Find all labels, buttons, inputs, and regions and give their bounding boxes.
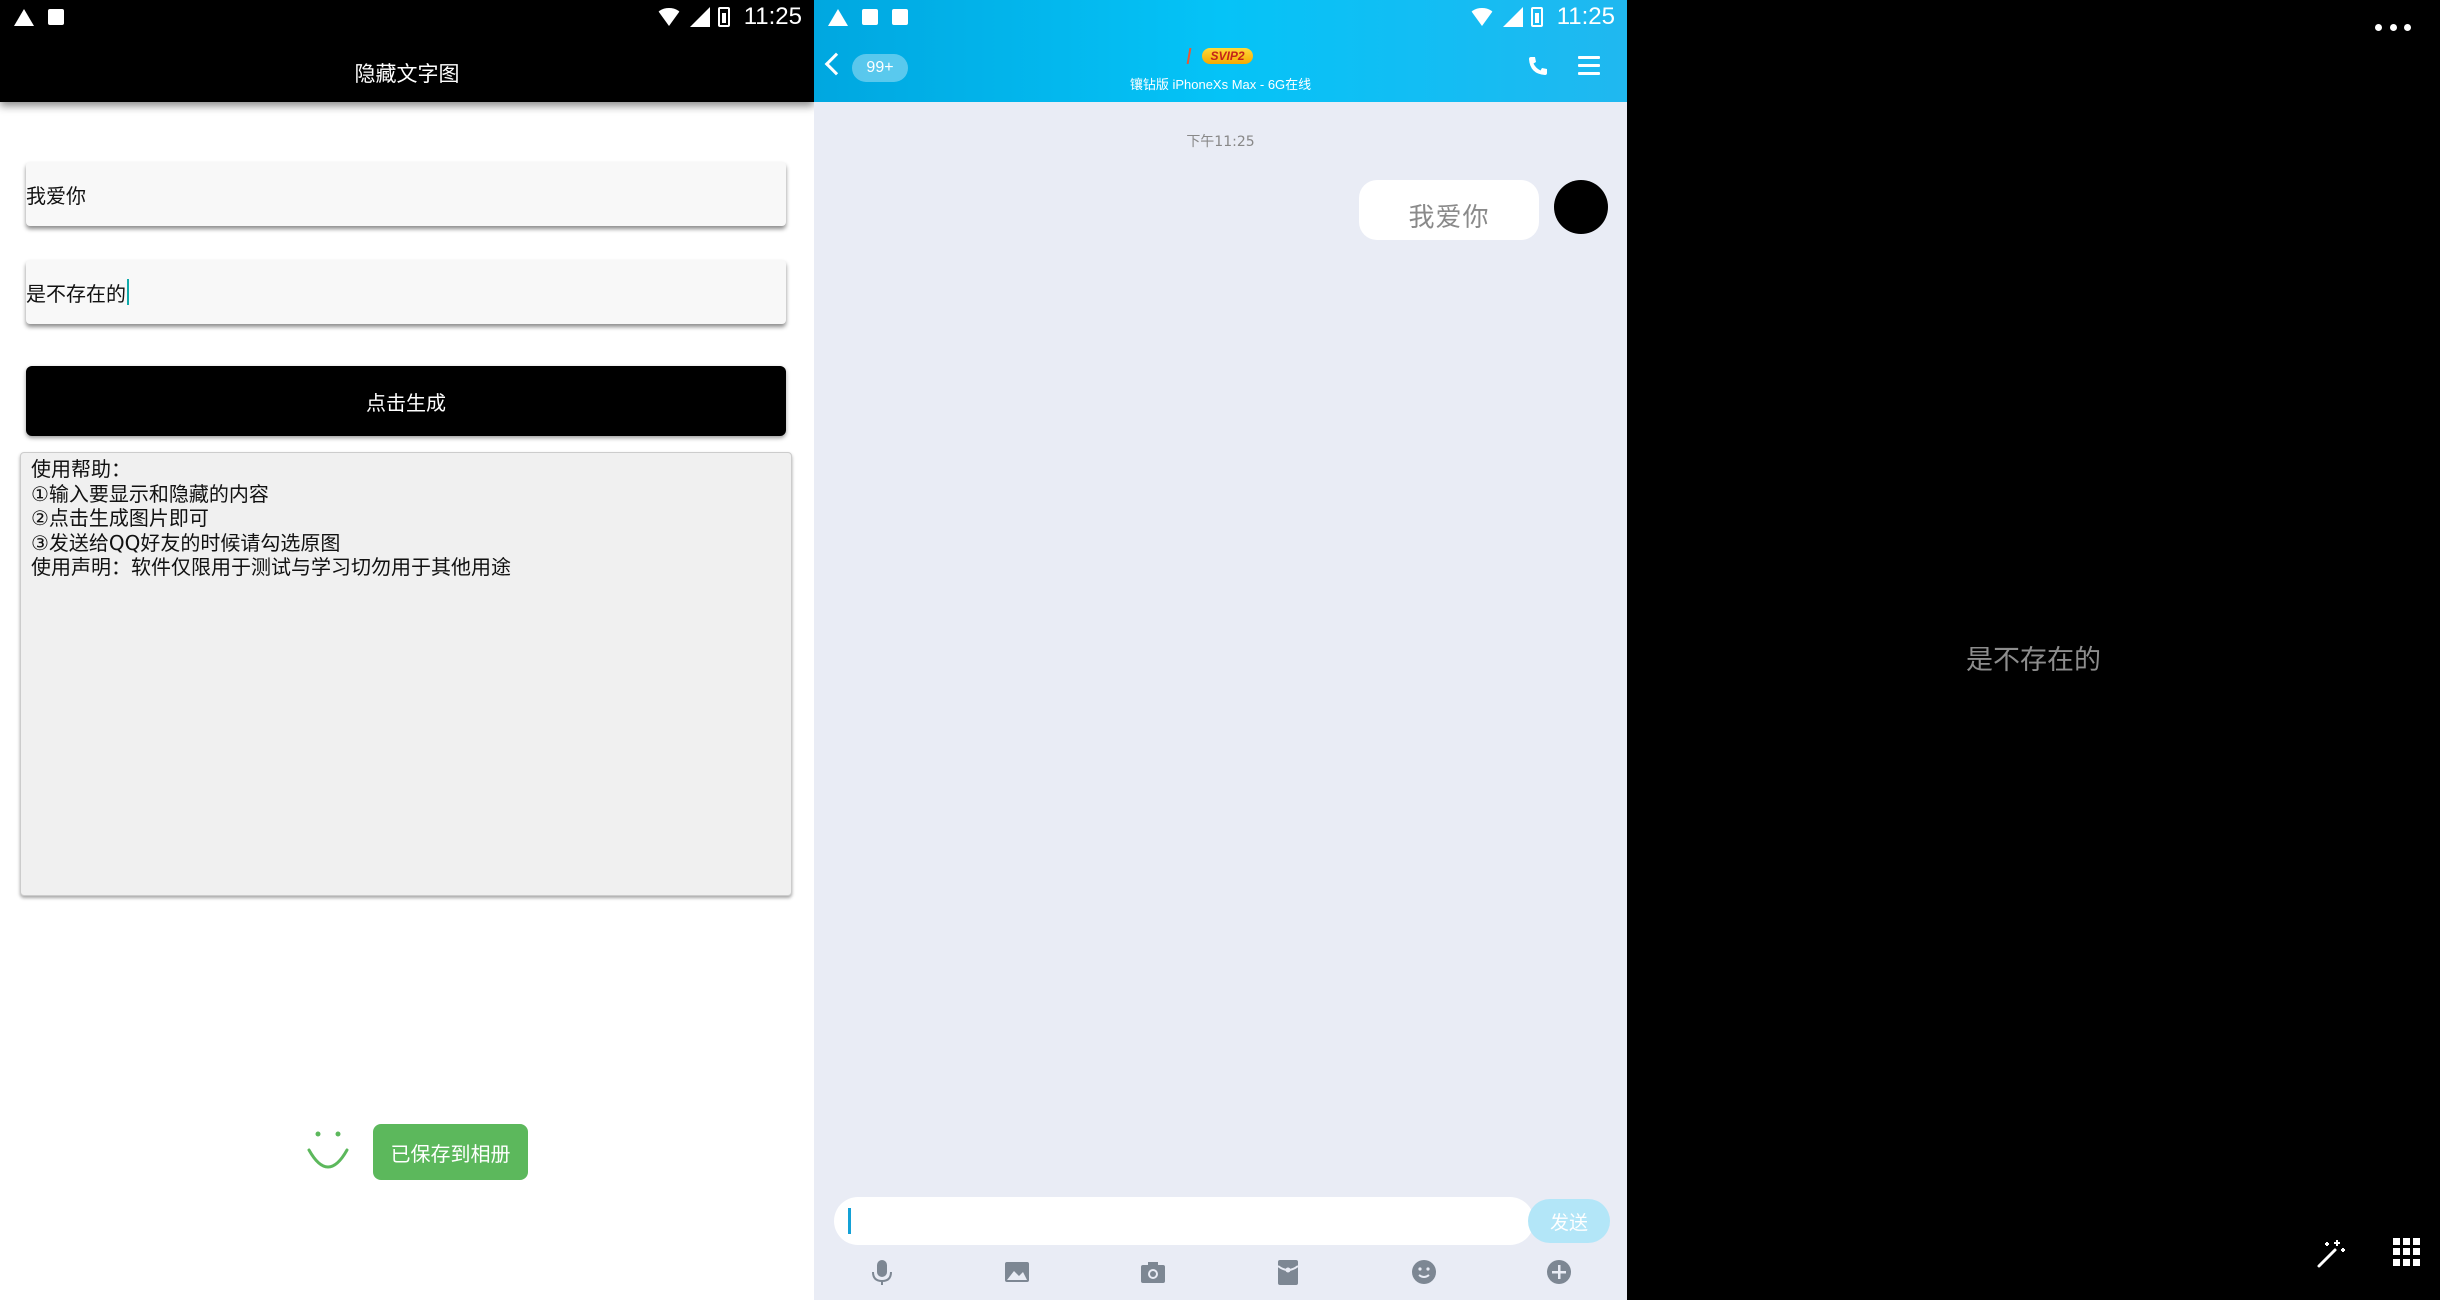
help-line: ①输入要显示和隐藏的内容: [31, 481, 269, 506]
red-packet-tool[interactable]: [1221, 1254, 1357, 1290]
magic-wand-icon[interactable]: [2313, 1236, 2347, 1270]
help-line: ②点击生成图片即可: [31, 506, 209, 530]
text-cursor: [127, 279, 129, 305]
app-notification-icon: [48, 9, 64, 25]
help-line: 使用声明：软件仅限用于测试与学习切勿用于其他用途: [31, 555, 511, 579]
signal-icon: [689, 7, 710, 27]
menu-icon[interactable]: [1578, 56, 1600, 76]
generator-app-panel: 11:25 隐藏文字图 我爱你 是不存在的 点击生成 使用帮助： ①输入要显示和…: [0, 0, 814, 1300]
generate-button[interactable]: 点击生成: [26, 366, 786, 436]
app-header: 11:25 隐藏文字图: [0, 0, 814, 102]
more-tool[interactable]: [1492, 1254, 1628, 1290]
hidden-text-input[interactable]: 是不存在的: [26, 260, 786, 324]
text-cursor: [848, 1208, 851, 1234]
warning-icon: [14, 8, 34, 26]
more-options-icon[interactable]: [2375, 24, 2411, 34]
battery-icon: [717, 7, 730, 27]
visible-text-value: 我爱你: [26, 183, 86, 208]
image-message[interactable]: 我爱你: [1359, 180, 1539, 240]
signal-icon: [1502, 7, 1523, 27]
crown-icon: [1187, 48, 1198, 64]
contact-title: SVIP2: [814, 48, 1627, 64]
status-bar: 11:25: [814, 0, 1627, 34]
status-bar: 11:25: [0, 0, 814, 34]
warning-icon: [828, 8, 848, 26]
image-message-text: 我爱你: [1408, 202, 1490, 233]
help-line: ③发送给QQ好友的时候请勾选原图: [31, 530, 341, 555]
help-textbox[interactable]: 使用帮助： ①输入要显示和隐藏的内容 ②点击生成图片即可 ③发送给QQ好友的时候…: [20, 452, 792, 896]
clock: 11:25: [1556, 3, 1615, 30]
clock: 11:25: [743, 3, 802, 30]
visible-text-input[interactable]: 我爱你: [26, 162, 786, 226]
image-tool[interactable]: [950, 1254, 1086, 1290]
svip-badge: SVIP2: [1202, 48, 1253, 64]
grid-icon[interactable]: [2393, 1238, 2421, 1266]
battery-icon: [1530, 7, 1543, 27]
microphone-icon: [871, 1260, 892, 1285]
online-status: 镶钻版 iPhoneXs Max - 6G在线: [1129, 77, 1312, 92]
emoji-tool[interactable]: [1356, 1254, 1492, 1290]
image-viewer-panel: 是不存在的: [1627, 0, 2440, 1300]
gallery-notification-icon: [862, 9, 878, 25]
send-button[interactable]: 发送: [1528, 1199, 1610, 1243]
camera-tool[interactable]: [1085, 1254, 1221, 1290]
wifi-icon: [1468, 8, 1495, 26]
message-input[interactable]: [834, 1197, 1534, 1245]
smile-icon: [307, 1131, 349, 1169]
saved-toast: 已保存到相册: [373, 1124, 528, 1180]
wifi-icon: [655, 8, 682, 26]
camera-icon: [1140, 1262, 1165, 1283]
red-packet-icon: [1277, 1260, 1299, 1285]
phone-call-icon[interactable]: [1526, 54, 1550, 78]
avatar[interactable]: [1554, 180, 1608, 234]
image-icon: [1005, 1262, 1030, 1282]
chat-toolbar: [814, 1254, 1627, 1290]
help-line: 使用帮助：: [31, 457, 131, 481]
qq-chat-panel: 11:25 99+ SVIP2 镶钻版 iPhoneXs Max - 6G在线 …: [814, 0, 1627, 1300]
message-timestamp: 下午11:25: [1186, 134, 1255, 150]
app-notification-icon: [892, 9, 908, 25]
plus-icon: [1547, 1260, 1572, 1284]
emoji-icon: [1411, 1260, 1436, 1284]
hidden-text-value: 是不存在的: [26, 281, 126, 306]
page-title: 隐藏文字图: [354, 62, 460, 86]
revealed-hidden-text: 是不存在的: [1966, 645, 2101, 676]
chat-header: 11:25 99+ SVIP2 镶钻版 iPhoneXs Max - 6G在线: [814, 0, 1627, 102]
voice-tool[interactable]: [814, 1254, 950, 1290]
